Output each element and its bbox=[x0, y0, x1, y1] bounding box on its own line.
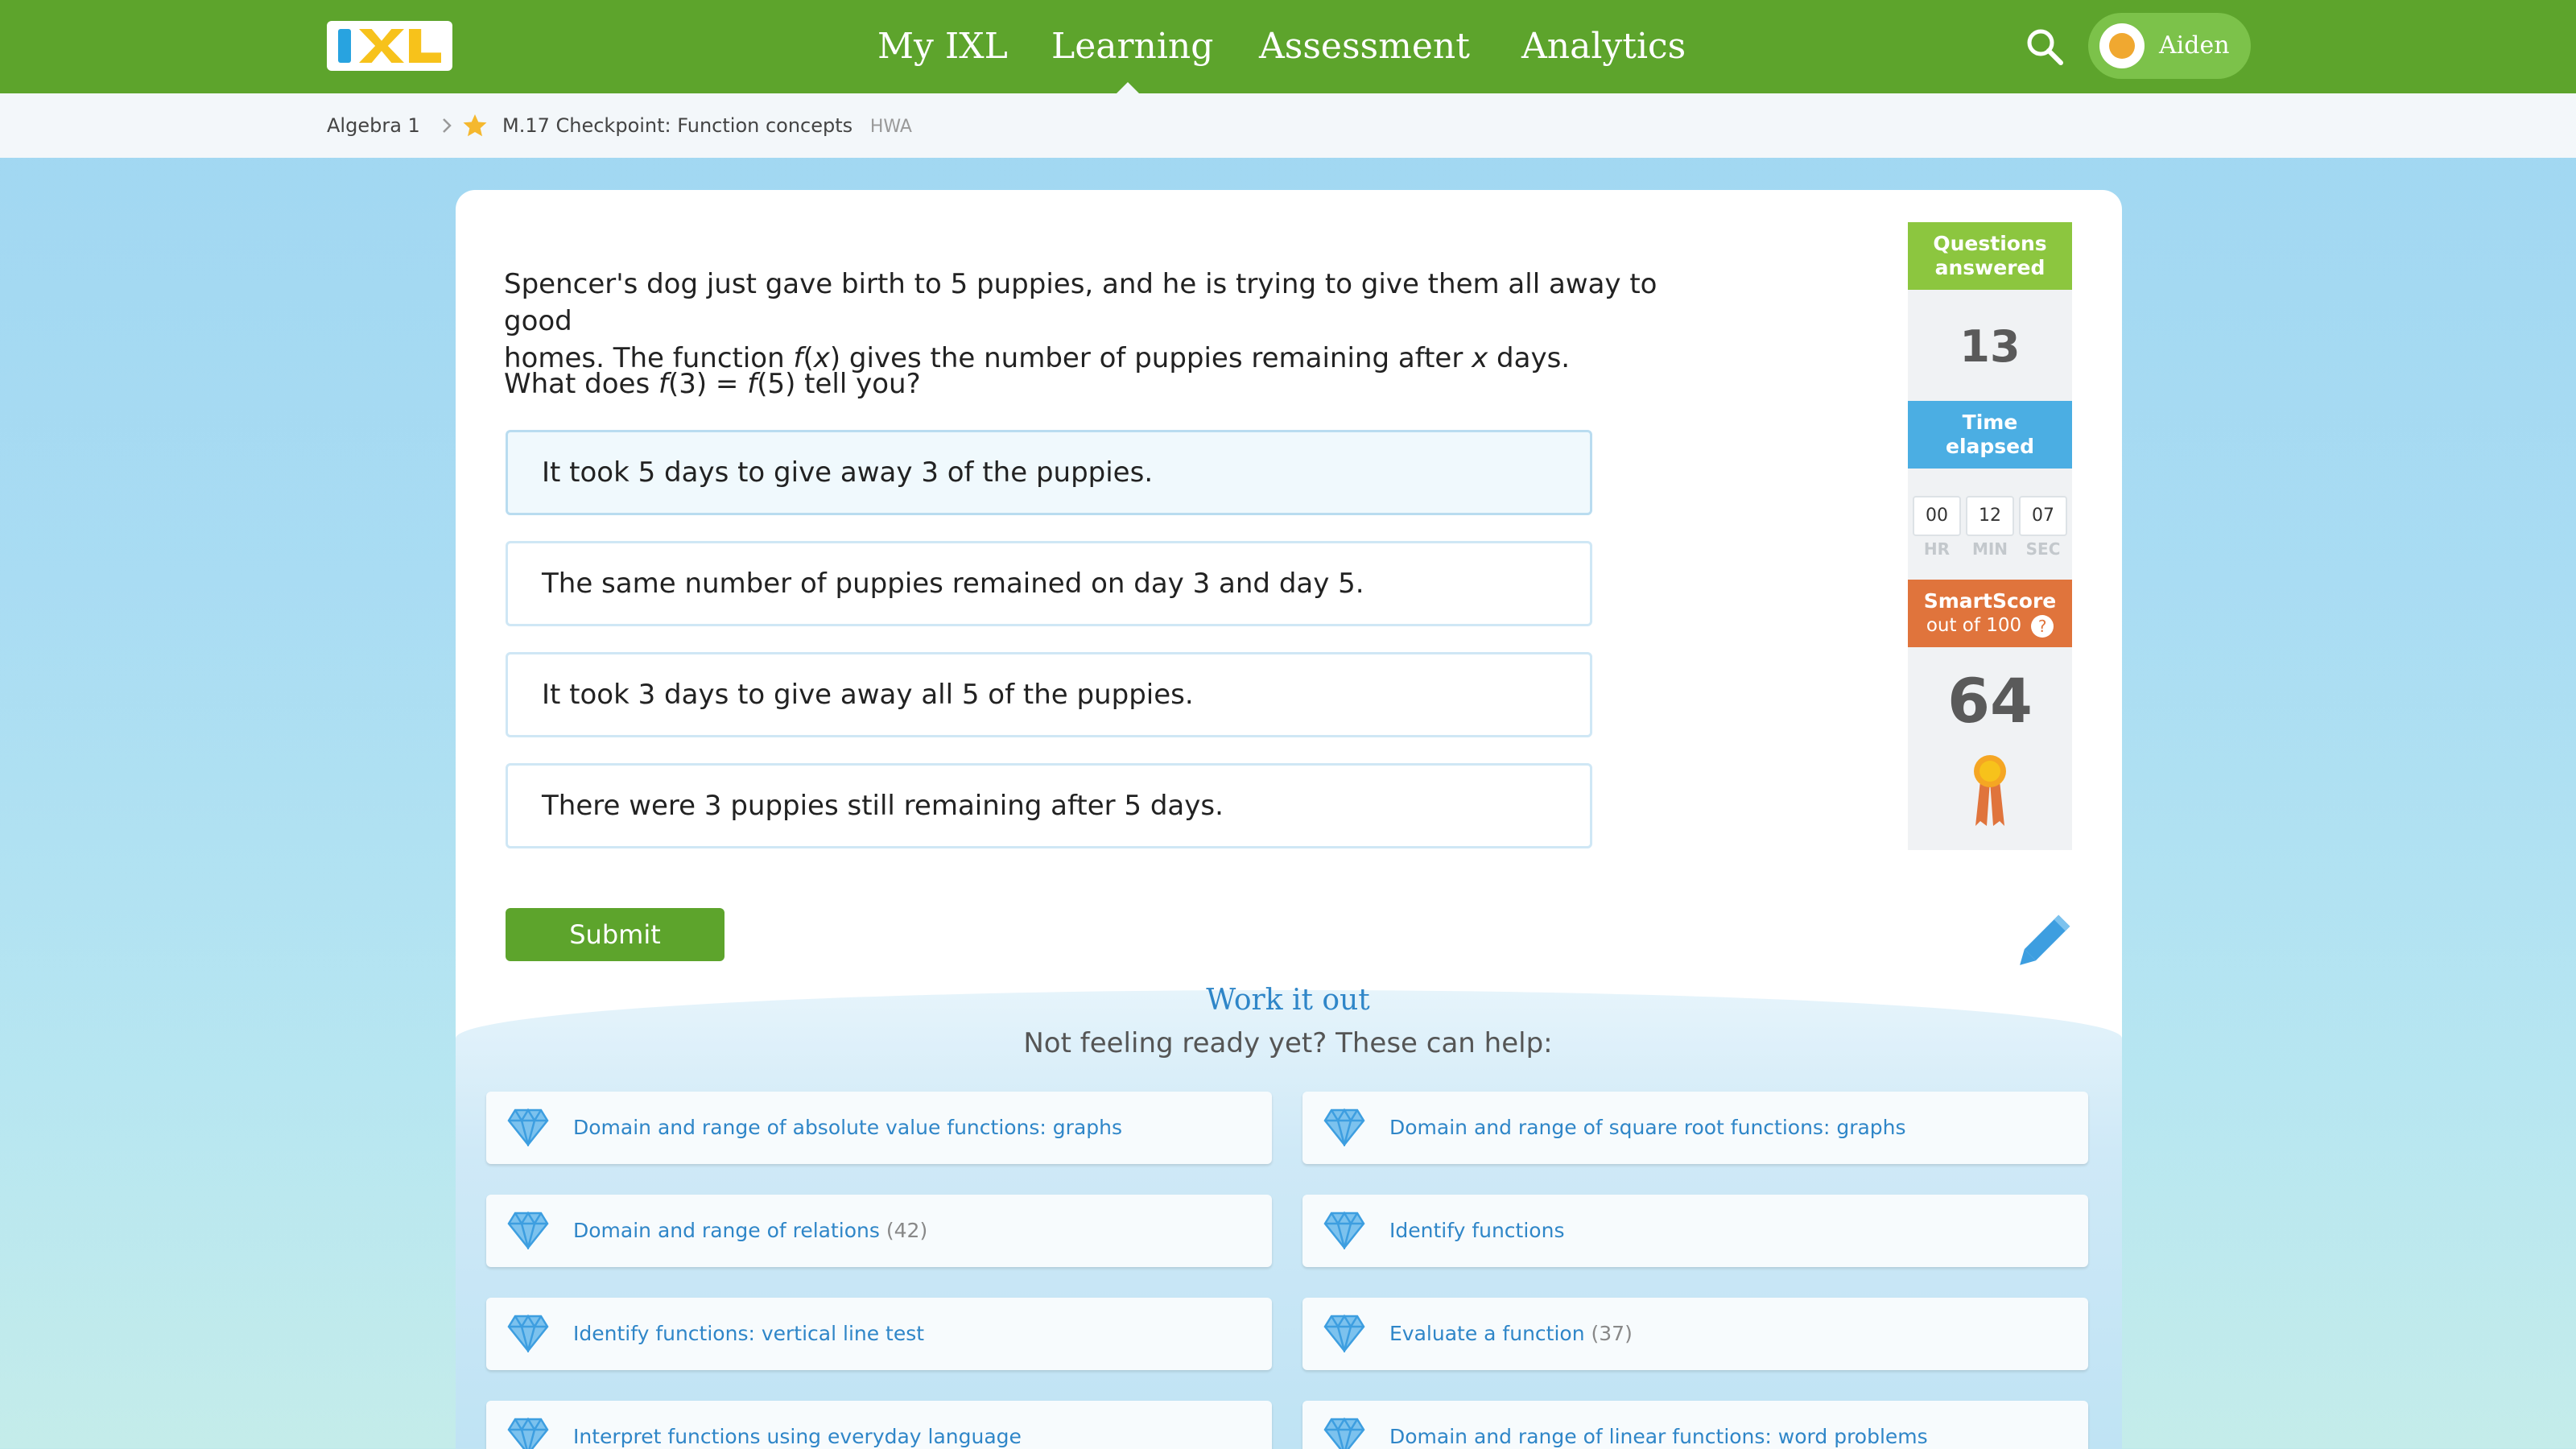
skill-name: Domain and range of relations bbox=[573, 1219, 880, 1242]
answer-choice-4[interactable]: There were 3 puppies still remaining aft… bbox=[506, 763, 1592, 848]
questions-answered-count: 13 bbox=[1959, 321, 2021, 372]
diamond-icon bbox=[1323, 1211, 1365, 1249]
star-icon bbox=[463, 114, 487, 137]
pencil-icon[interactable] bbox=[2008, 910, 2075, 977]
diamond-icon bbox=[507, 1417, 549, 1449]
questions-answered-header: Questions answered bbox=[1908, 222, 2072, 290]
diamond-icon bbox=[507, 1314, 549, 1352]
nav-assessment[interactable]: Assessment bbox=[1259, 21, 1470, 72]
submit-button[interactable]: Submit bbox=[506, 908, 724, 961]
skill-label: Identify functions: vertical line test bbox=[573, 1298, 924, 1370]
nav-analytics[interactable]: Analytics bbox=[1521, 21, 1686, 72]
search-icon[interactable] bbox=[2024, 26, 2066, 68]
breadcrumb-skill-name: M.17 Checkpoint: Function concepts bbox=[502, 114, 853, 137]
time-unit-sec: SEC bbox=[2025, 539, 2061, 559]
time-unit-hr: HR bbox=[1923, 539, 1951, 559]
skill-count: (42) bbox=[886, 1219, 928, 1242]
help-icon[interactable]: ? bbox=[2031, 614, 2054, 638]
question-text: Spencer's dog just gave birth to 5 puppi… bbox=[504, 266, 1711, 377]
time-seconds: 07 bbox=[2019, 496, 2067, 536]
skill-label: Domain and range of linear functions: wo… bbox=[1389, 1401, 1928, 1449]
answer-choice-2[interactable]: The same number of puppies remained on d… bbox=[506, 541, 1592, 626]
skill-card[interactable]: Identify functions: vertical line test bbox=[486, 1298, 1272, 1370]
chevron-right-icon bbox=[443, 118, 452, 133]
skill-name: Domain and range of square root function… bbox=[1389, 1116, 1906, 1139]
logo-letter-l bbox=[409, 29, 441, 63]
time-minutes: 12 bbox=[1966, 496, 2014, 536]
skill-label: Evaluate a function (37) bbox=[1389, 1298, 1633, 1370]
skill-name: Interpret functions using everyday langu… bbox=[573, 1425, 1022, 1448]
time-elapsed-header: Time elapsed bbox=[1908, 401, 2072, 469]
diamond-icon bbox=[507, 1108, 549, 1146]
top-navigation-bar: My IXL Learning Assessment Analytics Aid… bbox=[0, 0, 2576, 94]
skill-card[interactable]: Domain and range of absolute value funct… bbox=[486, 1092, 1272, 1164]
breadcrumb: Algebra 1 M.17 Checkpoint: Function conc… bbox=[0, 93, 2576, 158]
logo-letter-x bbox=[359, 29, 404, 63]
skill-label: Domain and range of absolute value funct… bbox=[573, 1092, 1122, 1164]
time-unit-min: MIN bbox=[1971, 539, 2008, 559]
skill-card[interactable]: Domain and range of relations (42) bbox=[486, 1195, 1272, 1267]
skill-card[interactable]: Interpret functions using everyday langu… bbox=[486, 1401, 1272, 1449]
skill-label: Domain and range of relations (42) bbox=[573, 1195, 927, 1267]
avatar bbox=[2099, 23, 2145, 68]
work-it-out-title: Work it out bbox=[1206, 984, 1370, 1017]
question-line-1: Spencer's dog just gave birth to 5 puppi… bbox=[504, 268, 1657, 337]
nav-my-ixl[interactable]: My IXL bbox=[877, 21, 1008, 72]
skill-card[interactable]: Identify functions bbox=[1302, 1195, 2088, 1267]
logo-letter-i bbox=[338, 29, 351, 63]
diamond-icon bbox=[1323, 1417, 1365, 1449]
skill-card[interactable]: Domain and range of square root function… bbox=[1302, 1092, 2088, 1164]
breadcrumb-subject[interactable]: Algebra 1 bbox=[327, 93, 420, 158]
skill-card[interactable]: Evaluate a function (37) bbox=[1302, 1298, 2088, 1370]
user-name: Aiden bbox=[2159, 31, 2230, 60]
diamond-icon bbox=[1323, 1314, 1365, 1352]
nav-learning[interactable]: Learning bbox=[1051, 21, 1213, 72]
answer-choice-1[interactable]: It took 5 days to give away 3 of the pup… bbox=[506, 430, 1592, 515]
skill-name: Identify functions: vertical line test bbox=[573, 1322, 925, 1345]
question-prompt: What does f(3) = f(5) tell you? bbox=[504, 368, 921, 400]
skill-name: Domain and range of linear functions: wo… bbox=[1389, 1425, 1928, 1448]
user-menu-button[interactable]: Aiden bbox=[2088, 13, 2251, 79]
skill-label: Identify functions bbox=[1389, 1195, 1564, 1267]
skill-name: Domain and range of absolute value funct… bbox=[573, 1116, 1123, 1139]
smartscore-header: SmartScore out of 100? bbox=[1908, 580, 2072, 647]
active-nav-indicator bbox=[1116, 82, 1140, 94]
answer-choice-3[interactable]: It took 3 days to give away all 5 of the… bbox=[506, 652, 1592, 737]
work-it-out-subtitle: Not feeling ready yet? These can help: bbox=[1023, 1027, 1553, 1059]
skill-count: (37) bbox=[1591, 1322, 1633, 1345]
ixl-logo[interactable] bbox=[327, 21, 452, 71]
skill-label: Domain and range of square root function… bbox=[1389, 1092, 1906, 1164]
skill-name: Identify functions bbox=[1389, 1219, 1565, 1242]
award-ribbon-icon bbox=[1974, 755, 2006, 826]
diamond-icon bbox=[507, 1211, 549, 1249]
skill-card[interactable]: Domain and range of linear functions: wo… bbox=[1302, 1401, 2088, 1449]
breadcrumb-skill: M.17 Checkpoint: Function concepts HWA bbox=[502, 93, 912, 158]
time-hours: 00 bbox=[1913, 496, 1961, 536]
breadcrumb-tag: HWA bbox=[869, 117, 912, 137]
skill-name: Evaluate a function bbox=[1389, 1322, 1585, 1345]
smartscore-value: 64 bbox=[1947, 665, 2033, 737]
skill-label: Interpret functions using everyday langu… bbox=[573, 1401, 1022, 1449]
diamond-icon bbox=[1323, 1108, 1365, 1146]
